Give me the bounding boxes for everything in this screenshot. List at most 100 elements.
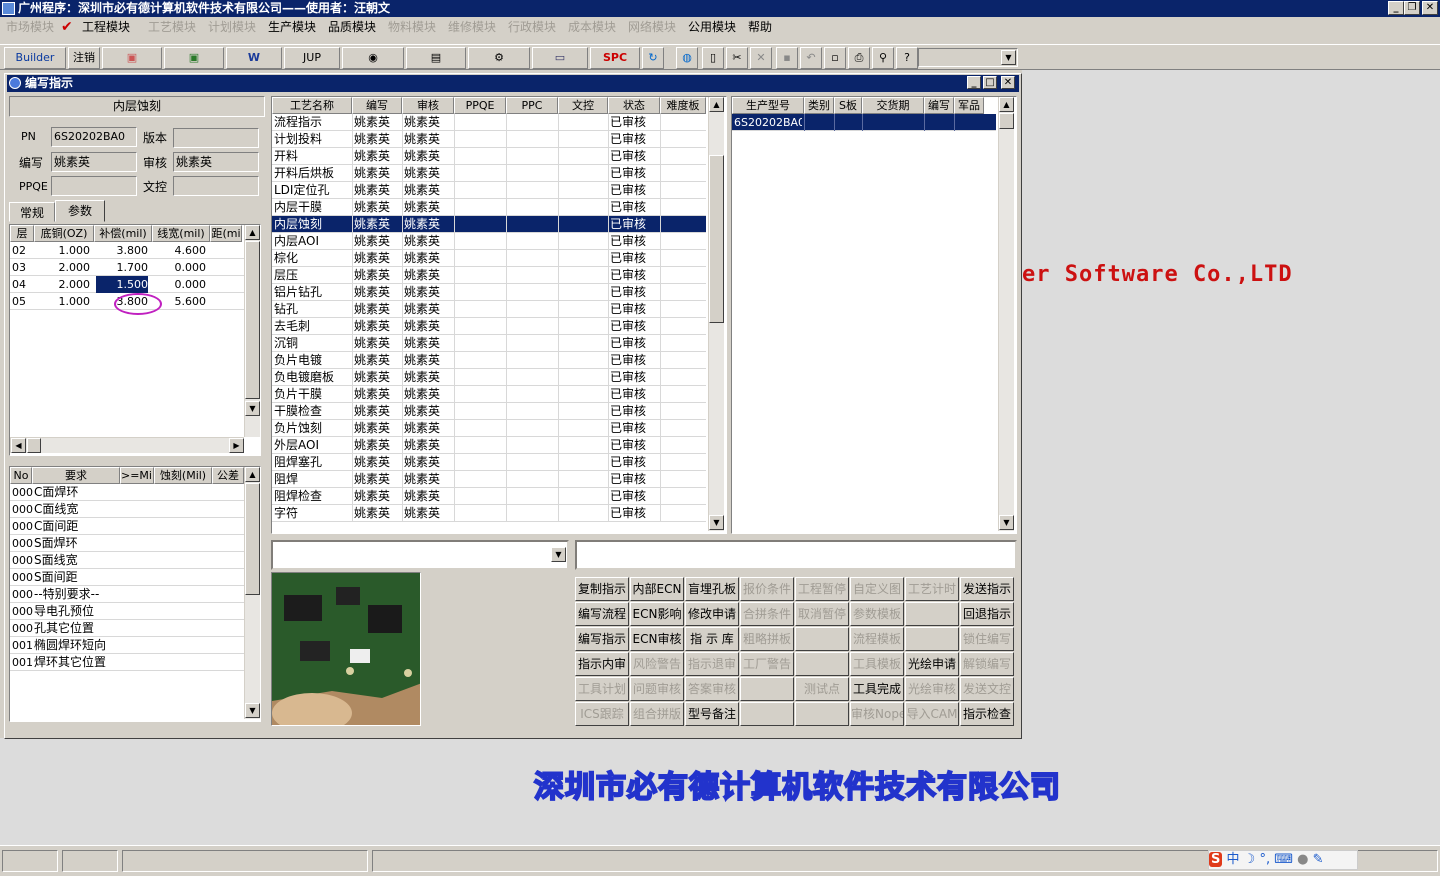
doc-control-field[interactable] xyxy=(173,176,259,196)
scroll-down-icon[interactable]: ▼ xyxy=(709,515,724,530)
table-row[interactable]: 负电镀磨板 姚素英 姚素英 已审核 xyxy=(272,369,706,386)
refresh-icon[interactable]: ↻ xyxy=(642,47,664,69)
eye-icon[interactable]: ◉ xyxy=(342,47,404,69)
list-item[interactable]: 000 孔其它位置 xyxy=(10,620,244,637)
req-table-vscroll[interactable]: ▲ ▼ xyxy=(244,467,260,719)
table-row[interactable]: 阻焊检查 姚素英 姚素英 已审核 xyxy=(272,488,706,505)
function-button[interactable]: 指示内审 xyxy=(575,652,629,676)
function-button[interactable]: 工具模板 xyxy=(850,652,904,676)
function-button[interactable]: 盲埋孔板 xyxy=(685,577,739,601)
table-row[interactable]: 外层AOI 姚素英 姚素英 已审核 xyxy=(272,437,706,454)
table-row[interactable]: 阻焊 姚素英 姚素英 已审核 xyxy=(272,471,706,488)
table-row[interactable]: 棕化 姚素英 姚素英 已审核 xyxy=(272,250,706,267)
function-button[interactable]: 编写流程 xyxy=(575,602,629,626)
function-button[interactable]: 工程暂停 xyxy=(795,577,849,601)
menu-market[interactable]: 市场模块 xyxy=(6,17,54,37)
table-row[interactable]: 02 1.000 3.800 4.600 xyxy=(10,242,244,259)
table-row[interactable]: 6S20202BA0 xyxy=(732,114,996,131)
list-item[interactable]: 000 C面间距 xyxy=(10,518,244,535)
ppqe-field[interactable] xyxy=(51,176,137,196)
scroll-thumb[interactable] xyxy=(245,483,260,595)
list-item[interactable]: 001 焊环其它位置 xyxy=(10,654,244,671)
menu-maintenance[interactable]: 维修模块 xyxy=(448,17,496,37)
child-minimize-button[interactable]: _ xyxy=(967,76,981,89)
ime-moon-icon[interactable]: ☽ xyxy=(1244,852,1256,867)
function-button[interactable]: 参数模板 xyxy=(850,602,904,626)
function-button[interactable]: ICS跟踪 xyxy=(575,702,629,726)
print-icon[interactable]: ⎙ xyxy=(848,47,870,69)
table-row[interactable]: LDI定位孔 姚素英 姚素英 已审核 xyxy=(272,182,706,199)
child-close-button[interactable]: ✕ xyxy=(1001,76,1015,89)
scroll-right-icon[interactable]: ▶ xyxy=(229,438,244,453)
word-icon[interactable]: W xyxy=(226,47,282,69)
function-button[interactable]: 型号备注 xyxy=(685,702,739,726)
list-item[interactable]: 000 S面线宽 xyxy=(10,552,244,569)
function-button[interactable]: 流程模板 xyxy=(850,627,904,651)
function-button[interactable]: 答案审核 xyxy=(685,677,739,701)
function-button[interactable]: 粗略拼板 xyxy=(740,627,794,651)
logout-button[interactable]: 注销 xyxy=(68,47,100,69)
function-button[interactable]: 自定义图 xyxy=(850,577,904,601)
remark-field[interactable] xyxy=(575,540,1017,570)
function-button[interactable]: 审核Nope xyxy=(850,702,904,726)
menu-engineering[interactable]: 工程模块 xyxy=(82,17,130,37)
function-button[interactable]: 问题审核 xyxy=(630,677,684,701)
function-button[interactable]: 组合拼版 xyxy=(630,702,684,726)
function-button[interactable]: ECN审核 xyxy=(630,627,684,651)
table-row[interactable]: 干膜检查 姚素英 姚素英 已审核 xyxy=(272,403,706,420)
process-table-vscroll[interactable]: ▲ ▼ xyxy=(708,97,724,531)
function-button[interactable]: 回退指示 xyxy=(960,602,1014,626)
process-combo[interactable]: ▼ xyxy=(271,540,569,570)
network-icon[interactable]: ⚙ xyxy=(468,47,530,69)
list-item[interactable]: 000 S面间距 xyxy=(10,569,244,586)
minimize-button[interactable]: _ xyxy=(1388,1,1404,15)
menu-material[interactable]: 物料模块 xyxy=(388,17,436,37)
function-button[interactable]: 指 示 库 xyxy=(685,627,739,651)
menu-network[interactable]: 网络模块 xyxy=(628,17,676,37)
model-header[interactable]: 交货期 xyxy=(862,97,924,114)
child-maximize-button[interactable]: □ xyxy=(983,76,997,89)
process-header[interactable]: 编写 xyxy=(352,97,402,114)
menu-admin[interactable]: 行政模块 xyxy=(508,17,556,37)
pn-field[interactable]: 6S20202BA0 xyxy=(51,127,137,147)
table-row[interactable]: 钻孔 姚素英 姚素英 已审核 xyxy=(272,301,706,318)
table-row[interactable]: 内层干膜 姚素英 姚素英 已审核 xyxy=(272,199,706,216)
function-button[interactable]: 光绘申请 xyxy=(905,652,959,676)
function-button[interactable]: 工艺计时 xyxy=(905,577,959,601)
function-button[interactable]: 内部ECN xyxy=(630,577,684,601)
restore-button[interactable]: ❐ xyxy=(1404,1,1420,15)
list-item[interactable]: 001 椭圆焊环短向 xyxy=(10,637,244,654)
find-icon[interactable]: ⚲ xyxy=(872,47,894,69)
model-header[interactable]: 生产型号 xyxy=(732,97,804,114)
function-button[interactable]: 测试点 xyxy=(795,677,849,701)
table-row[interactable]: 03 2.000 1.700 0.000 xyxy=(10,259,244,276)
table-row[interactable]: 阻焊塞孔 姚素英 姚素英 已审核 xyxy=(272,454,706,471)
layer-table-vscroll[interactable]: ▲ ▼ xyxy=(244,225,260,437)
menu-production[interactable]: 生产模块 xyxy=(268,17,316,37)
spc-button[interactable]: SPC xyxy=(590,47,640,69)
table-row[interactable]: 负片蚀刻 姚素英 姚素英 已审核 xyxy=(272,420,706,437)
excel-icon[interactable]: ▣ xyxy=(164,47,224,69)
table-row[interactable]: 负片电镀 姚素英 姚素英 已审核 xyxy=(272,352,706,369)
table-row[interactable]: 计划投料 姚素英 姚素英 已审核 xyxy=(272,131,706,148)
function-button[interactable]: 风险警告 xyxy=(630,652,684,676)
menu-cost[interactable]: 成本模块 xyxy=(568,17,616,37)
writer-field[interactable]: 姚素英 xyxy=(51,152,137,172)
powerpoint-icon[interactable]: ▣ xyxy=(102,47,162,69)
scroll-up-icon[interactable]: ▲ xyxy=(245,225,260,240)
toolbar-combo[interactable]: ▼ xyxy=(918,48,1018,67)
undo-icon[interactable]: ↶ xyxy=(800,47,822,69)
ime-punct-icon[interactable]: °, xyxy=(1259,852,1270,867)
function-button[interactable]: 发送文控 xyxy=(960,677,1014,701)
cut-icon[interactable]: ✂ xyxy=(726,47,748,69)
hscroll-thumb[interactable] xyxy=(27,438,41,453)
help-icon[interactable]: ? xyxy=(896,47,918,69)
function-button[interactable]: 工具完成 xyxy=(850,677,904,701)
process-header[interactable]: 状态 xyxy=(608,97,660,114)
process-header[interactable]: 工艺名称 xyxy=(272,97,352,114)
scroll-left-icon[interactable]: ◀ xyxy=(11,438,26,453)
scroll-thumb[interactable] xyxy=(245,241,260,399)
save-icon[interactable]: ▪ xyxy=(776,47,798,69)
function-button[interactable]: 发送指示 xyxy=(960,577,1014,601)
list-item[interactable]: 000 S面焊环 xyxy=(10,535,244,552)
